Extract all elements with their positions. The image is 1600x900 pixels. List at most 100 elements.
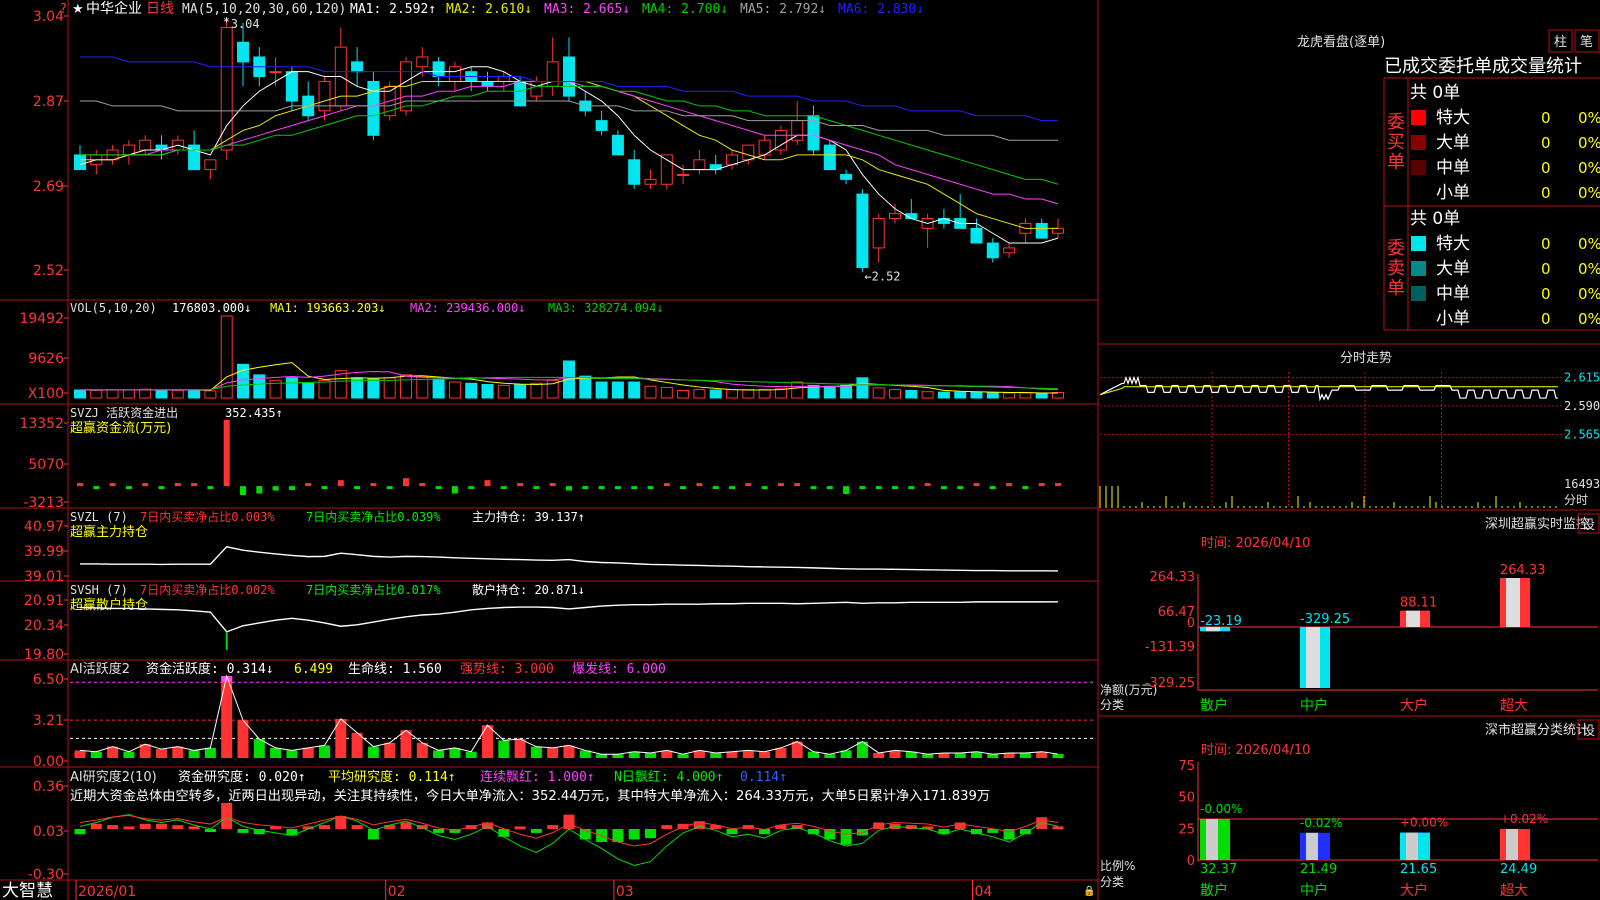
stats-category-label: 超大 bbox=[1500, 883, 1528, 899]
candle-body bbox=[74, 154, 86, 171]
volume-bar bbox=[106, 389, 119, 399]
fund-flow-bar bbox=[500, 486, 507, 490]
period-label[interactable]: 日线 bbox=[146, 1, 174, 17]
monitor-bar-highlight bbox=[1306, 626, 1320, 688]
candle-body bbox=[448, 66, 461, 82]
volume-bar bbox=[611, 381, 624, 399]
svsh-subtitle: 超赢散户持仓 bbox=[70, 597, 148, 613]
stats-change-label: +0.00% bbox=[1400, 816, 1448, 830]
research-bar bbox=[530, 829, 542, 833]
research-bar bbox=[645, 829, 656, 839]
ai-research-chart[interactable] bbox=[74, 802, 1064, 867]
monitor-category-label: 散户 bbox=[1200, 697, 1228, 714]
fund-flow-bar bbox=[1055, 483, 1061, 487]
activity-bar bbox=[710, 752, 722, 758]
lock-icon[interactable]: 🔒 bbox=[1083, 885, 1095, 897]
fund-flow-bar bbox=[1022, 486, 1029, 490]
fund-flow-bar bbox=[810, 486, 817, 490]
volume-bar bbox=[872, 387, 885, 399]
x-axis-label: 04 bbox=[975, 884, 993, 900]
candle-body bbox=[530, 80, 543, 97]
fund-flow-bar bbox=[109, 483, 116, 487]
candle-body bbox=[889, 213, 901, 220]
intraday-vol-unit: 分时 bbox=[1564, 493, 1588, 507]
y-tick-label: 2.52 bbox=[33, 263, 64, 279]
volume-bar bbox=[1003, 392, 1016, 399]
ai-research-title: AI研究度2(10) bbox=[70, 769, 157, 785]
fund-flow-chart[interactable] bbox=[77, 420, 1061, 496]
intraday-chart[interactable]: 2.615 2.590 2.565 16493 分时 bbox=[1099, 371, 1600, 508]
buy-swatch bbox=[1411, 110, 1426, 125]
monitor-value-label: 88.11 bbox=[1400, 596, 1437, 611]
ma3-label: MA3: 2.665↓ bbox=[544, 2, 630, 17]
activity-bar bbox=[889, 750, 901, 758]
fund-flow-bar bbox=[794, 483, 801, 487]
y-tick-label: X100 bbox=[28, 386, 64, 402]
terminal-canvas: ★ 中华企业 日线 MA(5,10,20,30,60,120) MA1: 2.5… bbox=[0, 0, 1600, 900]
volume-bar bbox=[514, 384, 527, 399]
sell-swatch bbox=[1411, 311, 1426, 326]
volume-bar bbox=[726, 389, 738, 399]
stats-settings-label: 设 bbox=[1582, 724, 1595, 739]
ai-activity-chart[interactable] bbox=[70, 674, 1096, 758]
retail-holding-chart[interactable] bbox=[79, 601, 1059, 650]
fund-flow-bar bbox=[940, 486, 947, 490]
candle-body bbox=[644, 178, 657, 185]
buy-row-count: 0 bbox=[1541, 159, 1551, 177]
buy-row-count: 0 bbox=[1541, 109, 1551, 127]
monitor-category-label: 超大 bbox=[1500, 698, 1528, 714]
y-tick-label: 0.00 bbox=[33, 754, 64, 770]
fund-flow-bar bbox=[892, 486, 898, 490]
ai-research-legend-1: 平均研究度: 0.114↑ bbox=[328, 769, 456, 785]
monitor-chart[interactable]: 264.3366.470-131.39-329.25-23.19散户-329.2… bbox=[1145, 563, 1598, 714]
volume-bar bbox=[628, 381, 641, 399]
fund-flow-bar bbox=[468, 486, 475, 490]
stats-chart[interactable]: 75 50 25 0 -0.00% 32.37 散户 -0.02% 21.49 中户 +0.00% 2… bbox=[1178, 759, 1598, 899]
stock-name[interactable]: 中华企业 bbox=[86, 0, 142, 17]
order-stats-header: 已成交委托单成交量统计 bbox=[1384, 56, 1582, 77]
monitor-settings-label: 设 bbox=[1582, 518, 1595, 533]
research-bar bbox=[628, 829, 640, 840]
ai-research-legend-3: N日飘红: 4.000↑ bbox=[614, 769, 723, 785]
y-tick-label: 39.01 bbox=[24, 569, 64, 585]
sell-swatch bbox=[1411, 261, 1426, 276]
svzl-legend-1: 7日内买卖净占比0.003% bbox=[140, 509, 275, 524]
research-bar bbox=[156, 823, 167, 829]
research-bar bbox=[726, 829, 738, 835]
y-tick-label: 6.50 bbox=[33, 672, 64, 688]
activity-bar bbox=[367, 746, 379, 758]
svzl-subtitle: 超赢主力持仓 bbox=[70, 524, 148, 540]
activity-bar bbox=[775, 747, 787, 758]
ai-research-legend-2: 连续飘红: 1.000↑ bbox=[480, 769, 595, 785]
candle-body bbox=[432, 61, 445, 78]
volume-bar bbox=[367, 378, 380, 399]
monitor-y-label: 264.33 bbox=[1150, 570, 1196, 585]
volume-bar bbox=[302, 382, 315, 399]
activity-bar bbox=[74, 750, 86, 758]
monitor-axis-label-2: 分类 bbox=[1100, 698, 1124, 712]
research-bar bbox=[237, 829, 249, 833]
vol-legend-2: MA2: 239436.000↓ bbox=[410, 301, 526, 315]
activity-bar bbox=[922, 754, 934, 758]
stats-value-label: 21.49 bbox=[1300, 862, 1337, 877]
monitor-y-label: 0 bbox=[1187, 616, 1195, 631]
main-holding-chart[interactable] bbox=[80, 546, 1059, 572]
fund-flow-bar bbox=[924, 483, 931, 487]
ai-activity-legend: AI活跃度2 资金活跃度: 0.314↓ 6.499 生命线: 1.560 强势… bbox=[70, 661, 666, 677]
buy-row-pct: 0% bbox=[1578, 134, 1600, 152]
stats-date: 时间: 2026/04/10 bbox=[1201, 743, 1310, 758]
activity-bar bbox=[514, 739, 526, 758]
ai-activity-legend-2: 生命线: 1.560 bbox=[348, 661, 442, 677]
candlestick-chart[interactable]: 3.04* ←2.52 bbox=[74, 15, 1064, 284]
volume-chart[interactable] bbox=[74, 315, 1064, 399]
stats-title: 深市超赢分类统计 bbox=[1485, 722, 1589, 738]
fund-flow-bar bbox=[566, 486, 572, 491]
activity-bar bbox=[824, 754, 836, 758]
activity-bar bbox=[156, 749, 167, 758]
ai-research-legend-0: 资金研究度: 0.020↑ bbox=[178, 769, 306, 785]
fund-flow-bar bbox=[957, 486, 964, 490]
fund-flow-bar bbox=[680, 486, 687, 490]
fund-flow-bar bbox=[712, 486, 719, 490]
volume-bar bbox=[465, 382, 478, 399]
fund-flow-bar bbox=[663, 483, 670, 487]
